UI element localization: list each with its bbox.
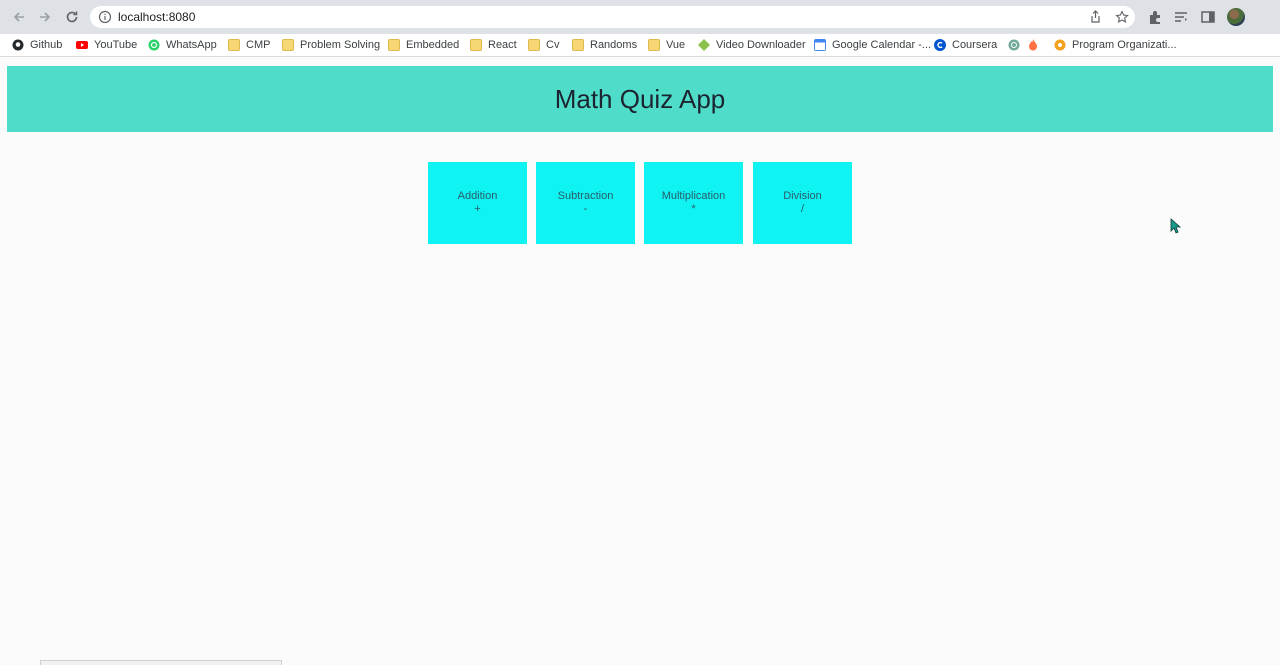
bookmark-cmp[interactable]: CMP [228, 37, 270, 53]
bookmark-label: YouTube [94, 39, 138, 51]
operation-name: Multiplication [661, 190, 726, 202]
bookmark-label: CMP [246, 39, 271, 51]
mouse-cursor-icon [1170, 218, 1182, 234]
bookmark-label: Video Downloader [716, 39, 806, 51]
folder-icon [228, 39, 240, 51]
extensions-icon[interactable] [1147, 9, 1163, 25]
android-icon [698, 39, 710, 51]
whatsapp-icon [148, 39, 160, 51]
addition-button[interactable]: Addition + [428, 162, 527, 244]
bookmark-label: Cv [546, 39, 560, 51]
folder-icon [572, 39, 584, 51]
operation-name: Addition [457, 190, 498, 202]
multiplication-button[interactable]: Multiplication * [644, 162, 743, 244]
bookmark-label: React [488, 39, 517, 51]
bookmark-program-organization[interactable]: Program Organizati... [1054, 37, 1177, 53]
github-icon [12, 39, 24, 51]
bookmark-label: Randoms [590, 39, 638, 51]
bookmark-label: Coursera [952, 39, 998, 51]
bookmark-star-icon[interactable] [1115, 10, 1129, 24]
operation-symbol: * [691, 203, 696, 215]
operation-name: Division [783, 190, 822, 202]
bookmark-react[interactable]: React [470, 37, 517, 53]
reload-icon[interactable] [63, 8, 81, 26]
bookmark-openai[interactable] [1008, 37, 1026, 53]
bookmarks-bar: Github YouTube WhatsApp CMP Problem Solv… [0, 34, 1280, 57]
coursera-icon [934, 39, 946, 51]
bookmark-cv[interactable]: Cv [528, 37, 559, 53]
bookmark-fire[interactable] [1027, 37, 1045, 53]
status-bar [40, 660, 282, 665]
bookmark-label: Embedded [406, 39, 460, 51]
bookmark-vue[interactable]: Vue [648, 37, 685, 53]
fire-icon [1029, 39, 1037, 51]
bookmark-embedded[interactable]: Embedded [388, 37, 459, 53]
url-text[interactable]: localhost:8080 [118, 10, 195, 24]
folder-icon [282, 39, 294, 51]
bookmark-whatsapp[interactable]: WhatsApp [148, 37, 217, 53]
operation-symbol: - [583, 203, 588, 215]
gear-icon [1054, 39, 1066, 51]
bookmark-youtube[interactable]: YouTube [76, 37, 137, 53]
subtraction-button[interactable]: Subtraction - [536, 162, 635, 244]
bookmark-label: Github [30, 39, 63, 51]
folder-icon [648, 39, 660, 51]
bookmark-github[interactable]: Github [12, 37, 62, 53]
back-arrow-icon[interactable] [10, 8, 28, 26]
bookmark-google-calendar[interactable]: Google Calendar -... [814, 37, 931, 53]
profile-avatar[interactable] [1227, 8, 1245, 26]
youtube-icon [76, 41, 88, 49]
reading-list-icon[interactable] [1173, 9, 1189, 25]
bookmark-problem-solving[interactable]: Problem Solving [282, 37, 380, 53]
bookmark-label: Vue [666, 39, 686, 51]
bookmark-video-downloader[interactable]: Video Downloader [698, 37, 806, 53]
bookmark-label: WhatsApp [166, 39, 217, 51]
site-info-icon[interactable] [98, 10, 112, 24]
bookmark-label: Google Calendar -... [832, 39, 932, 51]
operation-symbol: / [800, 203, 805, 215]
division-button[interactable]: Division / [753, 162, 852, 244]
page-title: Math Quiz App [554, 83, 726, 114]
calendar-icon [814, 39, 826, 51]
share-icon[interactable] [1088, 10, 1102, 24]
browser-toolbar: localhost:8080 [0, 0, 1280, 34]
address-bar[interactable]: localhost:8080 [90, 6, 1135, 28]
openai-icon [1008, 39, 1020, 51]
bookmark-randoms[interactable]: Randoms [572, 37, 637, 53]
folder-icon [528, 39, 540, 51]
folder-icon [470, 39, 482, 51]
operation-symbol: + [474, 203, 481, 215]
app-header: Math Quiz App [7, 66, 1273, 132]
forward-arrow-icon[interactable] [36, 8, 54, 26]
operation-name: Subtraction [557, 190, 614, 202]
bookmark-coursera[interactable]: Coursera [934, 37, 997, 53]
bookmark-label: Problem Solving [300, 39, 381, 51]
bookmark-label: Program Organizati... [1072, 39, 1177, 51]
folder-icon [388, 39, 400, 51]
side-panel-icon[interactable] [1200, 9, 1216, 25]
